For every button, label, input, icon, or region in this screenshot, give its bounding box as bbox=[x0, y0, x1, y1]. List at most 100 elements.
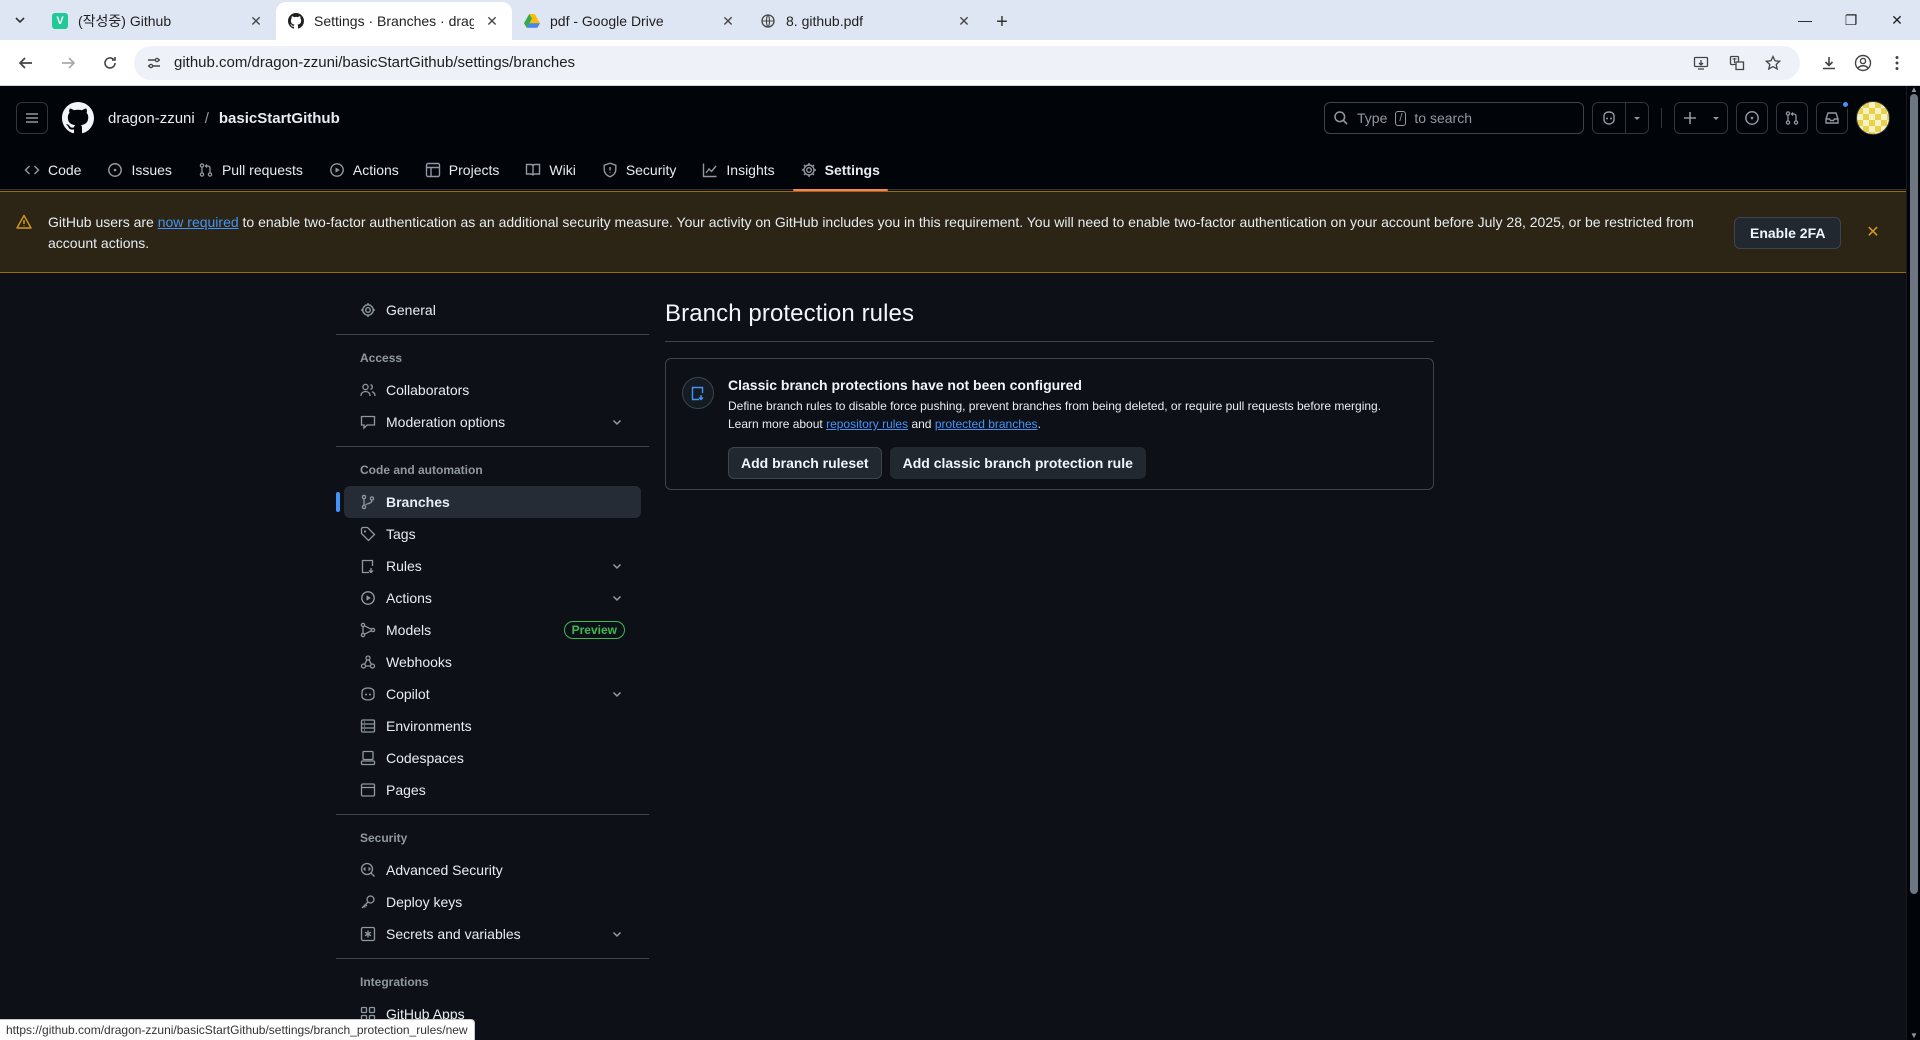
repo-link[interactable]: basicStartGithub bbox=[219, 110, 340, 127]
tab-label: Projects bbox=[448, 162, 500, 178]
browser-tab-0[interactable]: V (작성중) Github ✕ bbox=[40, 4, 276, 38]
tab-pull-requests[interactable]: Pull requests bbox=[190, 150, 311, 190]
tab-projects[interactable]: Projects bbox=[417, 150, 508, 190]
sidebar-item-webhooks[interactable]: Webhooks bbox=[344, 646, 641, 678]
code-icon bbox=[24, 165, 40, 175]
inbox-icon bbox=[1825, 112, 1839, 124]
sidebar-item-copilot[interactable]: Copilot bbox=[344, 678, 641, 710]
reload-button[interactable] bbox=[92, 45, 128, 81]
sidebar-item-general[interactable]: General bbox=[344, 294, 641, 326]
menu-button[interactable] bbox=[16, 102, 48, 134]
tab-search-button[interactable] bbox=[0, 0, 40, 40]
now-required-link[interactable]: now required bbox=[158, 214, 239, 230]
enable-2fa-button[interactable]: Enable 2FA bbox=[1734, 217, 1842, 249]
add-branch-ruleset-button[interactable]: Add branch ruleset bbox=[728, 447, 882, 479]
sidebar-item-collaborators[interactable]: Collaborators bbox=[344, 374, 641, 406]
scroll-up-icon[interactable]: ▲ bbox=[1909, 86, 1919, 94]
global-bar: dragon-zzuni / basicStartGithub Type / t… bbox=[0, 86, 1906, 150]
back-button[interactable] bbox=[8, 45, 44, 81]
sidebar-item-rules[interactable]: Rules bbox=[344, 550, 641, 582]
page-title: Branch protection rules bbox=[665, 300, 1434, 342]
sidebar-item-secrets-and-variables[interactable]: Secrets and variables bbox=[344, 918, 641, 950]
tab-issues[interactable]: Issues bbox=[99, 150, 179, 190]
restore-icon[interactable]: ❐ bbox=[1828, 0, 1874, 40]
search-shortcut-key: / bbox=[1395, 110, 1407, 126]
book-icon bbox=[526, 163, 541, 176]
close-icon[interactable]: ✕ bbox=[484, 13, 500, 29]
address-bar[interactable]: github.com/dragon-zzuni/basicStartGithub… bbox=[134, 45, 1800, 80]
sidebar-item-models[interactable]: Models Preview bbox=[344, 614, 641, 646]
velog-favicon-icon: V bbox=[52, 13, 68, 29]
github-logo-icon[interactable] bbox=[62, 102, 94, 134]
add-classic-branch-protection-rule-button[interactable]: Add classic branch protection rule bbox=[889, 447, 1146, 479]
repository-rules-link[interactable]: repository rules bbox=[826, 417, 908, 431]
sidebar-item-moderation-options[interactable]: Moderation options bbox=[344, 406, 641, 438]
browser-tab-2[interactable]: pdf - Google Drive ✕ bbox=[512, 4, 748, 38]
sidebar-item-actions[interactable]: Actions bbox=[344, 582, 641, 614]
sidebar-item-label: Environments bbox=[386, 718, 472, 734]
copilot-icon[interactable] bbox=[1593, 103, 1625, 133]
notification-indicator bbox=[1841, 100, 1850, 109]
browser-menu-icon[interactable] bbox=[1882, 48, 1912, 78]
sidebar-item-advanced-security[interactable]: Advanced Security bbox=[344, 854, 641, 886]
issues-button[interactable] bbox=[1736, 102, 1768, 134]
tab-settings[interactable]: Settings bbox=[792, 150, 889, 191]
inbox-button[interactable] bbox=[1816, 100, 1850, 134]
sidebar-item-label: Moderation options bbox=[386, 414, 506, 430]
forward-button[interactable] bbox=[50, 45, 86, 81]
site-info-icon[interactable] bbox=[146, 55, 162, 71]
sidebar-item-pages[interactable]: Pages bbox=[344, 774, 641, 806]
copilot-dropdown-chevron-icon[interactable] bbox=[1625, 103, 1648, 133]
settings-sidebar: General Access Collaborators Moderation … bbox=[336, 294, 649, 1030]
pull-requests-button[interactable] bbox=[1776, 102, 1808, 134]
tab-insights[interactable]: Insights bbox=[694, 150, 782, 190]
create-dropdown-chevron-icon[interactable] bbox=[1705, 103, 1727, 133]
scroll-down-icon[interactable]: ▼ bbox=[1909, 1032, 1919, 1040]
minimize-icon[interactable]: — bbox=[1782, 0, 1828, 40]
sidebar-item-label: General bbox=[386, 302, 436, 318]
browser-tab-3[interactable]: 8. github.pdf ✕ bbox=[748, 4, 984, 38]
sidebar-item-tags[interactable]: Tags bbox=[344, 518, 641, 550]
close-icon[interactable]: ✕ bbox=[956, 13, 972, 29]
download-icon[interactable] bbox=[1814, 48, 1844, 78]
sidebar-item-label: Codespaces bbox=[386, 750, 464, 766]
close-icon[interactable]: ✕ bbox=[720, 13, 736, 29]
browser-toolbar: github.com/dragon-zzuni/basicStartGithub… bbox=[0, 40, 1920, 86]
protected-branches-link[interactable]: protected branches bbox=[935, 417, 1038, 431]
avatar[interactable] bbox=[1856, 101, 1890, 135]
sidebar-item-label: Rules bbox=[386, 558, 422, 574]
translate-icon[interactable] bbox=[1722, 48, 1752, 78]
tab-security[interactable]: Security bbox=[594, 150, 685, 190]
issue-icon bbox=[1745, 111, 1759, 125]
search-input[interactable]: Type / to search bbox=[1324, 102, 1584, 134]
tab-wiki[interactable]: Wiki bbox=[517, 150, 583, 190]
tab-code[interactable]: Code bbox=[16, 150, 89, 190]
tab-label: Settings bbox=[824, 162, 880, 178]
sidebar-item-branches[interactable]: Branches bbox=[336, 486, 641, 518]
browser-tab-1[interactable]: Settings · Branches · dragon-zzuni/basic… bbox=[276, 2, 512, 40]
scrollbar-thumb[interactable] bbox=[1910, 94, 1918, 894]
sidebar-item-codespaces[interactable]: Codespaces bbox=[344, 742, 641, 774]
close-icon[interactable]: ✕ bbox=[248, 13, 264, 29]
sidebar-item-label: Deploy keys bbox=[386, 894, 463, 910]
card-title: Classic branch protections have not been… bbox=[728, 377, 1082, 393]
owner-link[interactable]: dragon-zzuni bbox=[108, 110, 195, 127]
branch-icon bbox=[361, 494, 375, 510]
page-scrollbar[interactable]: ▲ ▼ bbox=[1906, 86, 1920, 1040]
sidebar-item-environments[interactable]: Environments bbox=[344, 710, 641, 742]
tab-title: pdf - Google Drive bbox=[550, 13, 664, 29]
close-icon[interactable]: ✕ bbox=[1864, 223, 1882, 241]
sidebar-item-label: Copilot bbox=[386, 686, 430, 702]
close-window-icon[interactable]: ✕ bbox=[1874, 0, 1920, 40]
plus-icon[interactable] bbox=[1675, 103, 1705, 133]
new-tab-button[interactable]: + bbox=[984, 4, 1020, 40]
branch-rule-icon bbox=[682, 377, 714, 409]
profile-icon[interactable] bbox=[1848, 48, 1878, 78]
copilot-button[interactable] bbox=[1592, 102, 1649, 134]
create-new-button[interactable] bbox=[1674, 102, 1728, 134]
sidebar-item-deploy-keys[interactable]: Deploy keys bbox=[344, 886, 641, 918]
arrow-right-icon bbox=[62, 56, 76, 69]
bookmark-star-icon[interactable] bbox=[1758, 48, 1788, 78]
install-app-icon[interactable] bbox=[1686, 48, 1716, 78]
tab-actions[interactable]: Actions bbox=[321, 150, 407, 190]
